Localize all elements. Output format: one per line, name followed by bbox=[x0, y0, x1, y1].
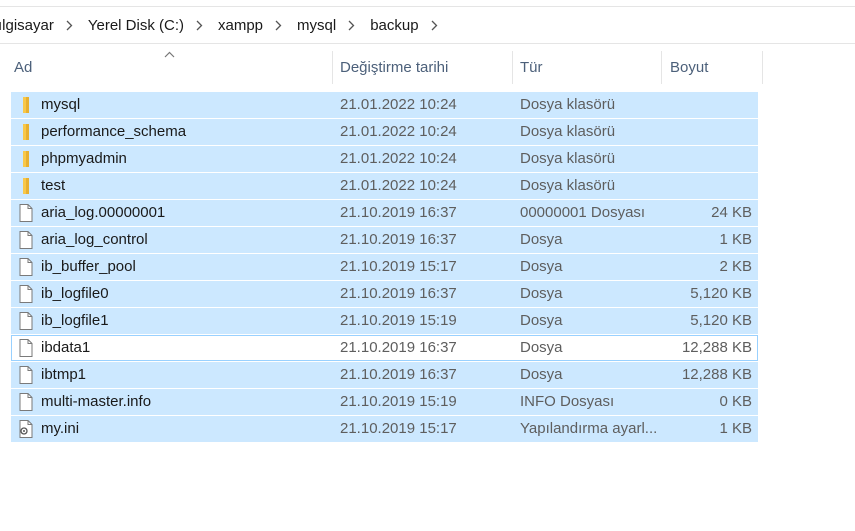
file-type: Dosya bbox=[520, 312, 563, 329]
file-icon bbox=[18, 258, 34, 276]
file-icon bbox=[18, 285, 34, 303]
file-name: ib_logfile0 bbox=[41, 285, 109, 302]
file-date-modified: 21.10.2019 16:37 bbox=[340, 204, 457, 221]
file-icon bbox=[18, 366, 34, 384]
breadcrumb: ılgisayar Yerel Disk (C:) xampp mysql ba… bbox=[0, 7, 855, 43]
file-type: 00000001 Dosyası bbox=[520, 204, 646, 221]
file-date-modified: 21.01.2022 10:24 bbox=[340, 177, 457, 194]
file-name: test bbox=[41, 177, 66, 194]
file-name: performance_schema bbox=[41, 123, 187, 140]
file-row[interactable]: test 21.01.2022 10:24 Dosya klasörü bbox=[11, 173, 758, 199]
file-type: Dosya bbox=[520, 366, 563, 383]
file-row[interactable]: performance_schema 21.01.2022 10:24 Dosya … bbox=[11, 119, 758, 145]
folder-icon bbox=[18, 123, 34, 141]
file-type: Dosya bbox=[520, 231, 563, 248]
column-header-name[interactable]: Ad bbox=[0, 51, 333, 84]
column-header-date[interactable]: Değiştirme tarihi bbox=[333, 51, 513, 84]
file-date-modified: 21.10.2019 15:17 bbox=[340, 258, 457, 275]
file-name: mysql bbox=[41, 96, 81, 113]
file-icon bbox=[18, 393, 34, 411]
file-type: Dosya klasörü bbox=[520, 123, 616, 140]
file-date-modified: 21.10.2019 16:37 bbox=[340, 285, 457, 302]
file-size: 2 KB bbox=[719, 258, 752, 275]
file-row[interactable]: aria_log_control 21.10.2019 16:37 Dosya 1 K… bbox=[11, 227, 758, 253]
file-size: 1 KB bbox=[719, 420, 752, 437]
file-type: Dosya klasörü bbox=[520, 150, 616, 167]
file-date-modified: 21.10.2019 15:17 bbox=[340, 420, 457, 437]
breadcrumb-divider bbox=[0, 43, 855, 44]
file-size: 5,120 KB bbox=[690, 312, 752, 329]
file-date-modified: 21.01.2022 10:24 bbox=[340, 150, 457, 167]
file-date-modified: 21.10.2019 16:37 bbox=[340, 231, 457, 248]
file-size: 0 KB bbox=[719, 393, 752, 410]
file-row[interactable]: my.ini 21.10.2019 15:17 Yapılandırma ayarl… bbox=[11, 416, 758, 442]
file-size: 24 KB bbox=[711, 204, 752, 221]
column-header-size[interactable]: Boyut bbox=[662, 51, 763, 84]
file-name: ibdata1 bbox=[41, 339, 91, 356]
file-icon bbox=[18, 339, 34, 357]
breadcrumb-item-backup[interactable]: backup bbox=[370, 17, 418, 34]
file-name: my.ini bbox=[41, 420, 80, 437]
column-header-date-label: Değiştirme tarihi bbox=[340, 59, 449, 76]
file-row[interactable]: ibtmp1 21.10.2019 16:37 Dosya 12,288 KB bbox=[11, 362, 758, 388]
file-name: ib_logfile1 bbox=[41, 312, 109, 329]
chevron-right-icon[interactable] bbox=[431, 20, 438, 31]
file-row[interactable]: mysql 21.01.2022 10:24 Dosya klasörü bbox=[11, 92, 758, 118]
chevron-right-icon[interactable] bbox=[66, 20, 73, 31]
file-name: ibtmp1 bbox=[41, 366, 87, 383]
breadcrumb-item-computer[interactable]: ılgisayar bbox=[0, 17, 54, 34]
file-name: ib_buffer_pool bbox=[41, 258, 136, 275]
breadcrumb-item-mysql[interactable]: mysql bbox=[297, 17, 336, 34]
file-icon bbox=[18, 231, 34, 249]
file-date-modified: 21.01.2022 10:24 bbox=[340, 123, 457, 140]
file-name: aria_log.00000001 bbox=[41, 204, 166, 221]
file-row[interactable]: ib_logfile1 21.10.2019 15:19 Dosya 5,120 KB bbox=[11, 308, 758, 334]
breadcrumb-item-xampp[interactable]: xampp bbox=[218, 17, 263, 34]
column-header-name-label: Ad bbox=[14, 59, 33, 76]
file-row[interactable]: ib_logfile0 21.10.2019 16:37 Dosya 5,120 KB bbox=[11, 281, 758, 307]
file-date-modified: 21.10.2019 15:19 bbox=[340, 312, 457, 329]
file-date-modified: 21.10.2019 16:37 bbox=[340, 366, 457, 383]
column-header: Ad Değiştirme tarihi Tür Boyut bbox=[0, 51, 855, 84]
file-type: Yapılandırma ayarl... bbox=[520, 420, 658, 437]
file-type: Dosya bbox=[520, 258, 563, 275]
file-row[interactable]: aria_log.00000001 21.10.2019 16:37 0000000… bbox=[11, 200, 758, 226]
file-size: 12,288 KB bbox=[681, 339, 752, 356]
file-date-modified: 21.10.2019 15:19 bbox=[340, 393, 457, 410]
file-size: 12,288 KB bbox=[681, 366, 752, 383]
chevron-right-icon[interactable] bbox=[275, 20, 282, 31]
file-size: 1 KB bbox=[719, 231, 752, 248]
file-list: mysql 21.01.2022 10:24 Dosya klasörü perfor… bbox=[11, 92, 758, 443]
file-row[interactable]: ibdata1 21.10.2019 16:37 Dosya 12,288 KB bbox=[11, 335, 758, 361]
file-type: INFO Dosyası bbox=[520, 393, 615, 410]
folder-icon bbox=[18, 150, 34, 168]
file-date-modified: 21.10.2019 16:37 bbox=[340, 339, 457, 356]
column-header-size-label: Boyut bbox=[670, 59, 709, 76]
file-name: aria_log_control bbox=[41, 231, 148, 248]
column-header-type[interactable]: Tür bbox=[513, 51, 662, 84]
file-name: multi-master.info bbox=[41, 393, 152, 410]
chevron-right-icon[interactable] bbox=[348, 20, 355, 31]
file-date-modified: 21.01.2022 10:24 bbox=[340, 96, 457, 113]
file-name: phpmyadmin bbox=[41, 150, 127, 167]
file-row[interactable]: phpmyadmin 21.01.2022 10:24 Dosya klasörü bbox=[11, 146, 758, 172]
config-file-icon bbox=[18, 420, 34, 438]
folder-icon bbox=[18, 96, 34, 114]
chevron-right-icon[interactable] bbox=[196, 20, 203, 31]
column-header-type-label: Tür bbox=[520, 59, 543, 76]
file-type: Dosya bbox=[520, 339, 563, 356]
file-size: 5,120 KB bbox=[690, 285, 752, 302]
breadcrumb-item-local-disk[interactable]: Yerel Disk (C:) bbox=[88, 17, 184, 34]
file-type: Dosya klasörü bbox=[520, 96, 616, 113]
file-type: Dosya bbox=[520, 285, 563, 302]
file-icon bbox=[18, 204, 34, 222]
file-type: Dosya klasörü bbox=[520, 177, 616, 194]
folder-icon bbox=[18, 177, 34, 195]
file-row[interactable]: ib_buffer_pool 21.10.2019 15:17 Dosya 2 KB bbox=[11, 254, 758, 280]
file-icon bbox=[18, 312, 34, 330]
file-row[interactable]: multi-master.info 21.10.2019 15:19 INFO Do… bbox=[11, 389, 758, 415]
